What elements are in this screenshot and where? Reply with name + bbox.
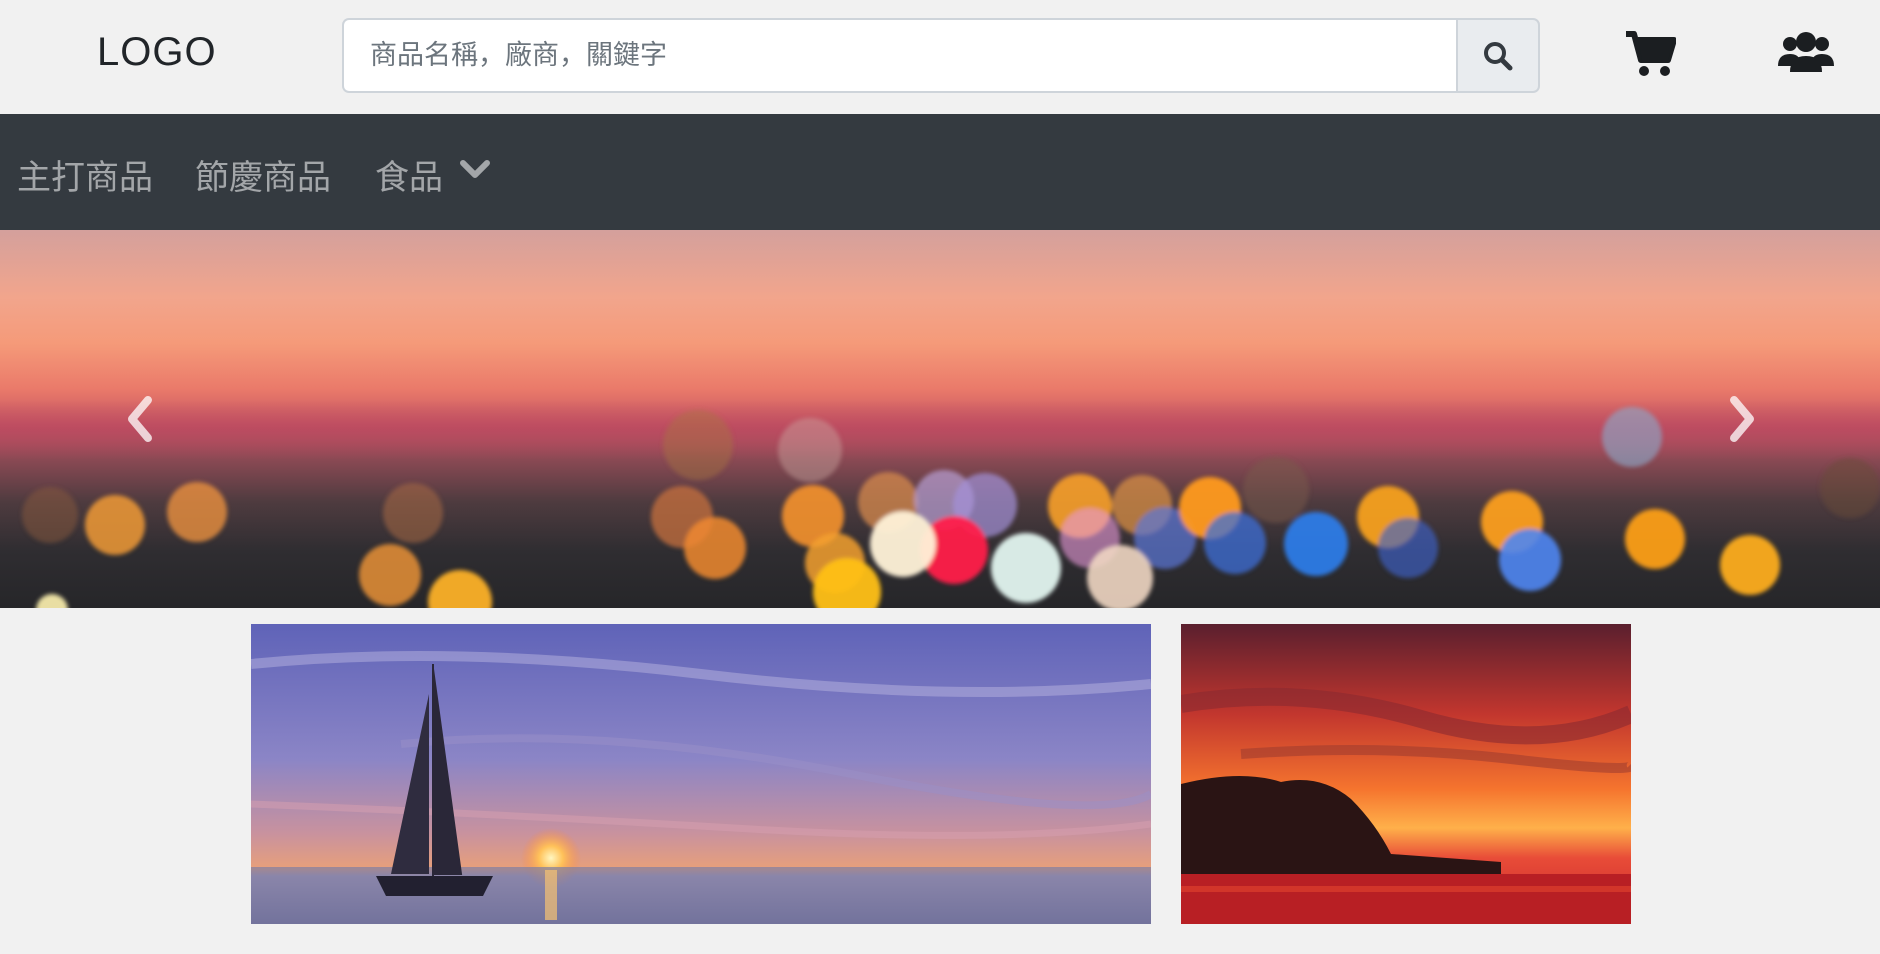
nav-item-featured[interactable]: 主打商品 — [17, 150, 153, 199]
red-sunset-image — [1181, 624, 1631, 924]
logo[interactable]: LOGO — [97, 30, 217, 75]
chevron-right-icon — [1730, 396, 1754, 442]
top-header: LOGO — [0, 0, 1880, 114]
search-icon — [1484, 41, 1513, 70]
carousel-slide-image — [0, 400, 1880, 608]
chevron-down-icon[interactable] — [460, 158, 490, 180]
search-button[interactable] — [1456, 18, 1540, 93]
carousel-prev-button[interactable] — [120, 392, 160, 446]
users-icon — [1778, 32, 1834, 72]
nav-item-festival[interactable]: 節慶商品 — [195, 150, 331, 199]
promo-image-red-sunset[interactable] — [1181, 624, 1631, 924]
carousel-next-button[interactable] — [1722, 392, 1762, 446]
chevron-left-icon — [128, 396, 152, 442]
hero-carousel[interactable] — [0, 230, 1880, 608]
nav-item-food[interactable]: 食品 — [375, 150, 443, 199]
promo-image-sailboat[interactable] — [251, 624, 1151, 924]
cart-icon — [1626, 31, 1677, 76]
cart-button[interactable] — [1624, 28, 1677, 78]
sailboat-sunset-image — [251, 624, 1151, 924]
search-form — [342, 18, 1540, 93]
main-navbar: 主打商品 節慶商品 食品 — [0, 114, 1880, 230]
search-input[interactable] — [342, 18, 1456, 93]
members-button[interactable] — [1778, 30, 1834, 76]
